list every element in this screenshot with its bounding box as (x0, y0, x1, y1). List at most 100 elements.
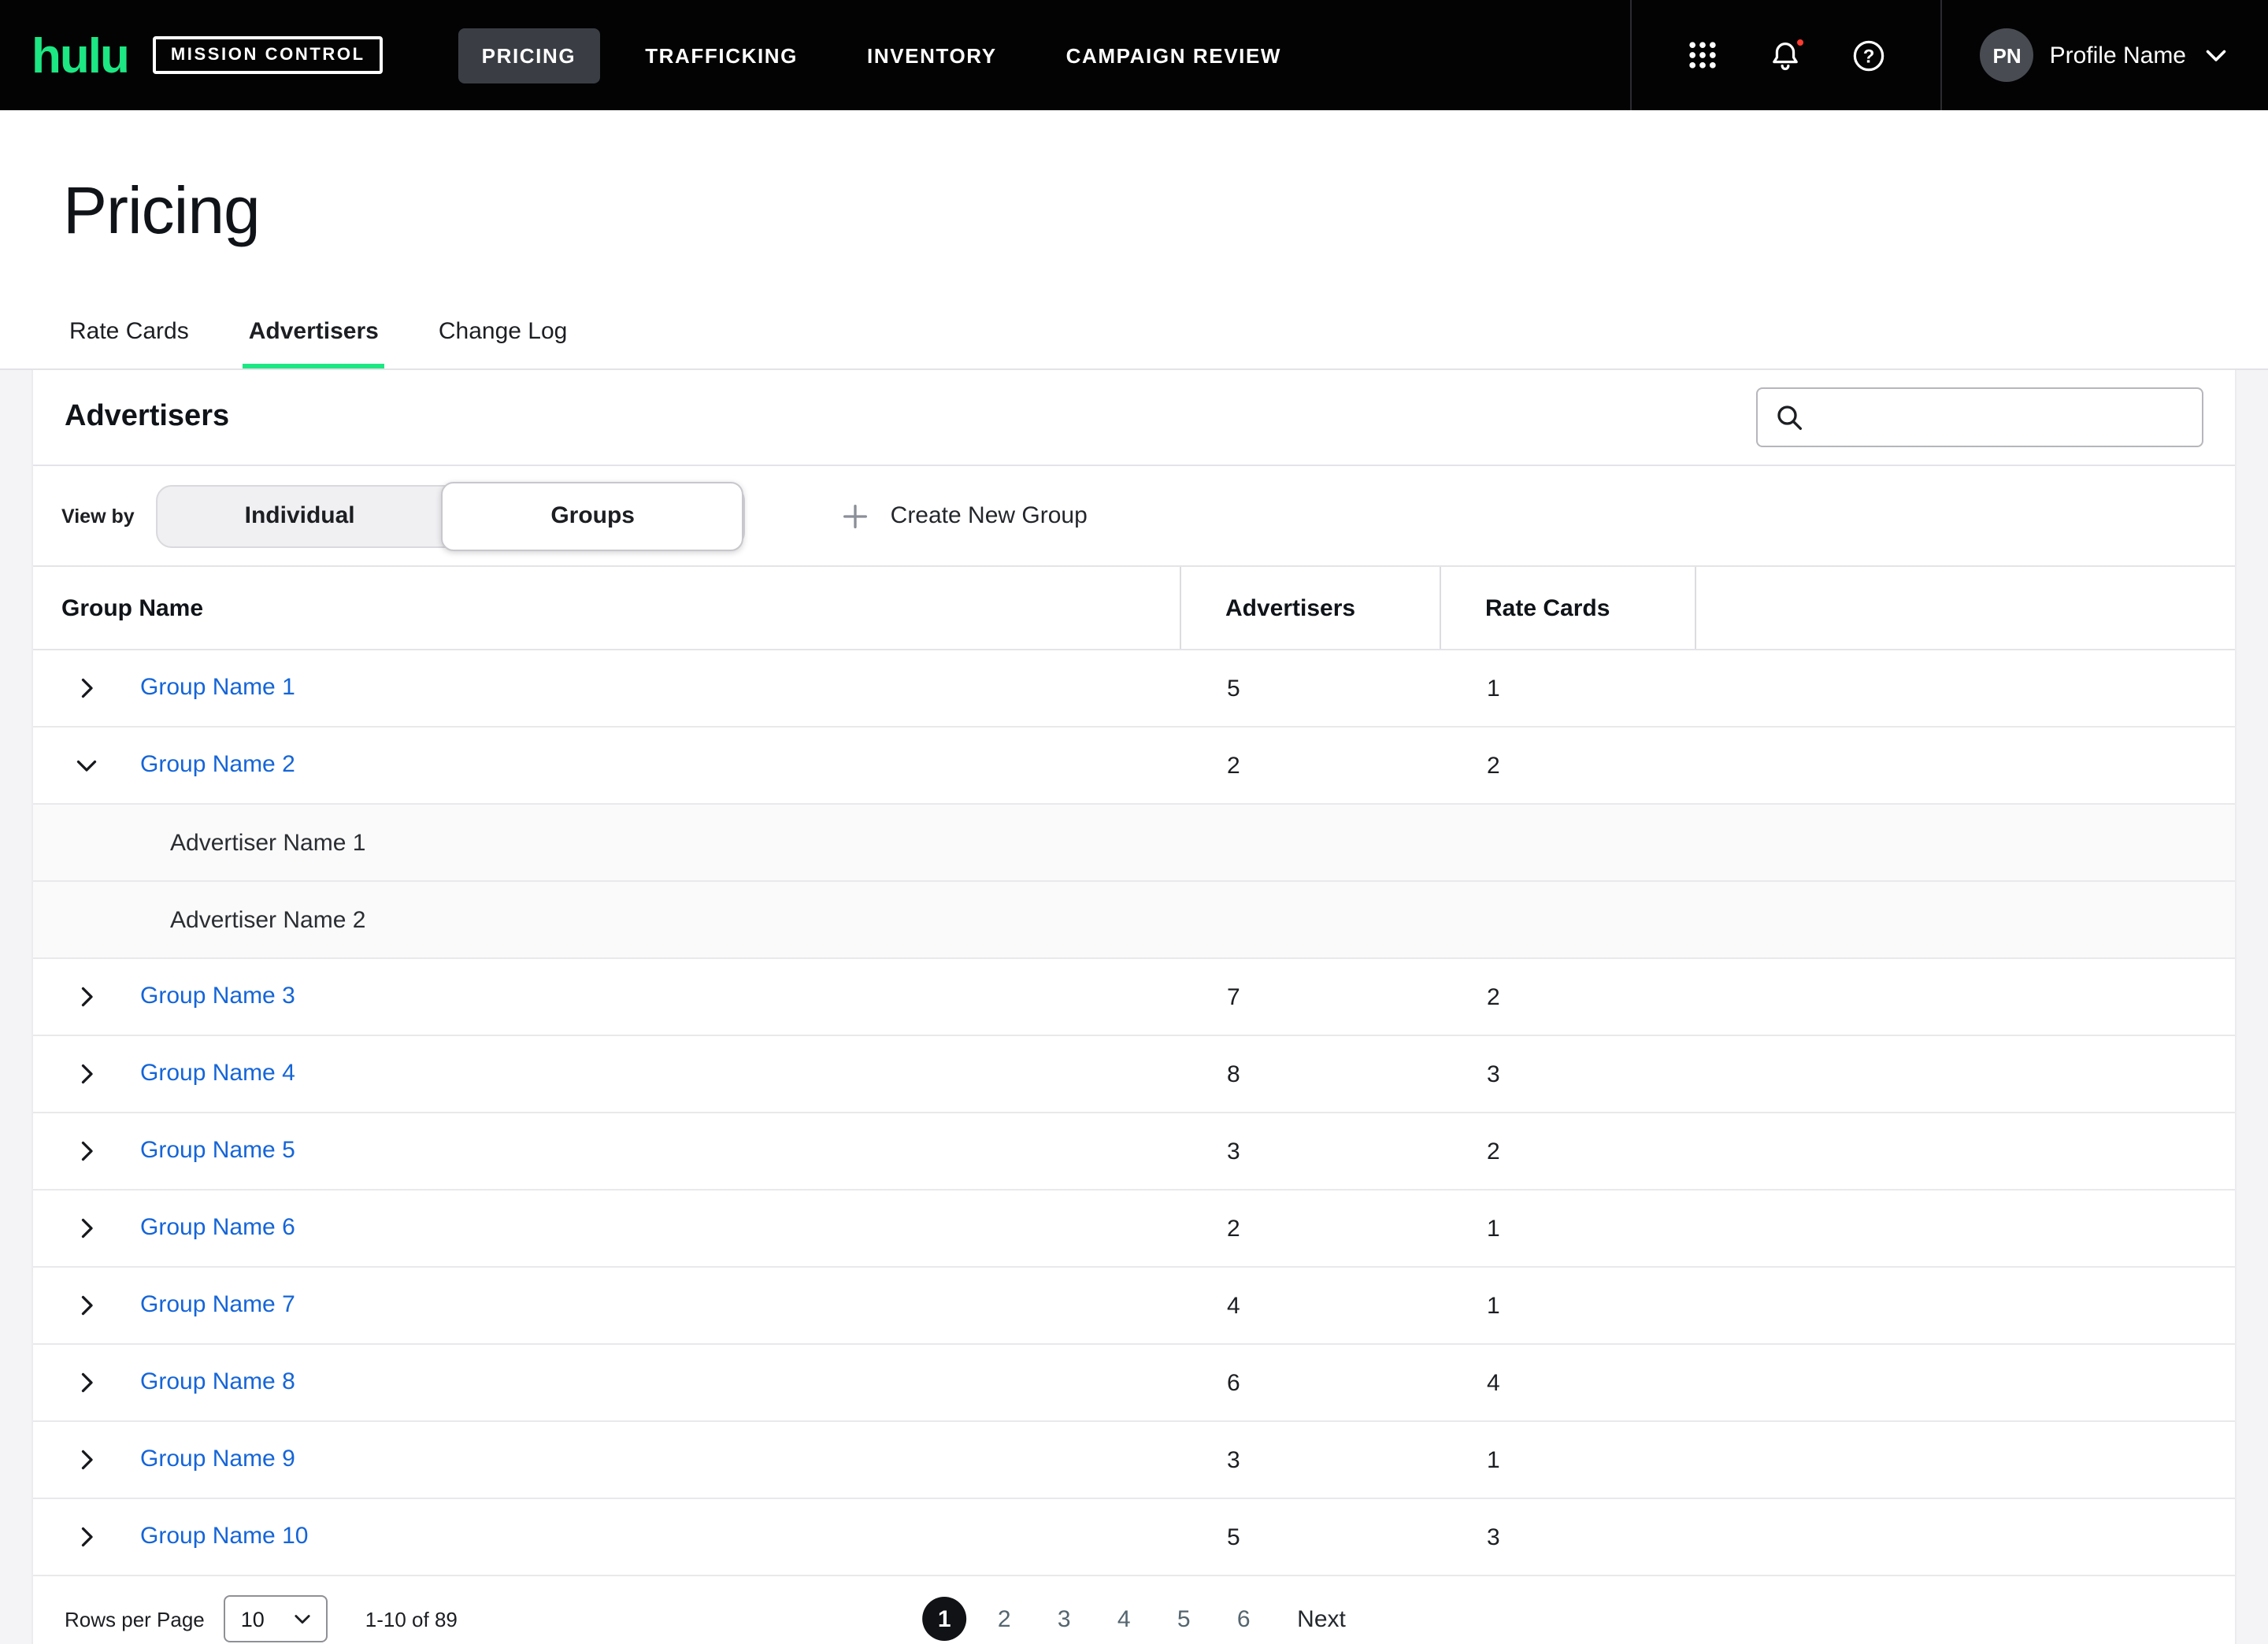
page-button-1[interactable]: 1 (922, 1597, 967, 1641)
apps-grid-icon[interactable] (1686, 38, 1721, 72)
group-name-link[interactable]: Group Name 5 (140, 1137, 295, 1164)
column-spacer (1695, 567, 2235, 649)
search-box (1756, 387, 2203, 447)
tab-change-log[interactable]: Change Log (432, 309, 574, 368)
group-name-link[interactable]: Group Name 3 (140, 983, 295, 1009)
hulu-logo: hulu (32, 28, 130, 83)
profile-name: Profile Name (2049, 42, 2186, 68)
group-name-link[interactable]: Group Name 8 (140, 1368, 295, 1395)
table-row: Group Name 4 8 3 (33, 1036, 2235, 1113)
rate-cards-count: 4 (1487, 1369, 1500, 1396)
expand-chevron-icon[interactable] (72, 751, 101, 779)
group-name-link[interactable]: Group Name 7 (140, 1291, 295, 1318)
expand-chevron-icon[interactable] (72, 1368, 101, 1397)
expand-chevron-icon[interactable] (72, 1523, 101, 1551)
rate-cards-count: 1 (1487, 1215, 1500, 1242)
nav-item-campaign-review[interactable]: CAMPAIGN REVIEW (1043, 28, 1305, 83)
search-input[interactable] (1818, 405, 2186, 430)
pagination-range: 1-10 of 89 (365, 1607, 458, 1631)
column-advertisers: Advertisers (1180, 567, 1440, 649)
rate-cards-count: 3 (1487, 1061, 1500, 1087)
panel-title: Advertisers (65, 400, 230, 433)
advertisers-count: 8 (1227, 1061, 1240, 1087)
expand-chevron-icon[interactable] (72, 1137, 101, 1165)
rows-per-page-select[interactable]: 10 (223, 1595, 328, 1642)
table-row: Group Name 8 6 4 (33, 1345, 2235, 1422)
advertisers-count: 4 (1227, 1292, 1240, 1319)
view-by-row: View by Individual Groups Create New Gro… (33, 465, 2235, 565)
advertisers-count: 7 (1227, 983, 1240, 1010)
tab-bar: Rate Cards Advertisers Change Log (63, 309, 2205, 368)
group-name-link[interactable]: Group Name 6 (140, 1214, 295, 1241)
app-window: hulu MISSION CONTROL PRICING TRAFFICKING I… (0, 0, 2268, 1644)
panel-header: Advertisers (33, 370, 2235, 465)
advertiser-row: Advertiser Name 1 (33, 805, 2235, 882)
table-body: Group Name 1 5 1 Group Name 2 2 2 Advert… (33, 650, 2235, 1576)
column-group-name: Group Name (61, 594, 204, 621)
advertiser-row: Advertiser Name 2 (33, 882, 2235, 959)
rate-cards-count: 1 (1487, 1292, 1500, 1319)
nav-item-inventory[interactable]: INVENTORY (843, 28, 1021, 83)
content-area: Advertisers View by Individual Groups Cr… (0, 368, 2268, 1644)
next-page-button[interactable]: Next (1297, 1605, 1346, 1632)
primary-nav: PRICING TRAFFICKING INVENTORY CAMPAIGN REVI… (458, 0, 1305, 110)
nav-item-pricing[interactable]: PRICING (458, 28, 600, 83)
brand-area: hulu MISSION CONTROL (0, 0, 383, 110)
group-name-link[interactable]: Group Name 2 (140, 751, 295, 778)
expand-chevron-icon[interactable] (72, 983, 101, 1011)
expand-chevron-icon[interactable] (72, 1291, 101, 1320)
advertisers-count: 5 (1227, 675, 1240, 702)
rows-per-page-value: 10 (240, 1607, 265, 1631)
rate-cards-count: 2 (1487, 983, 1500, 1010)
expand-chevron-icon[interactable] (72, 1060, 101, 1088)
avatar: PN (1980, 28, 2034, 82)
view-toggle-groups[interactable]: Groups (441, 481, 744, 550)
rate-cards-count: 3 (1487, 1524, 1500, 1550)
table-header: Group Name Advertisers Rate Cards (33, 565, 2235, 650)
page-title: Pricing (63, 173, 261, 247)
group-name-link[interactable]: Group Name 4 (140, 1060, 295, 1087)
svg-text:?: ? (1863, 45, 1875, 66)
expand-chevron-icon[interactable] (72, 1446, 101, 1474)
advertiser-name: Advertiser Name 1 (170, 829, 366, 856)
advertisers-count: 3 (1227, 1138, 1240, 1164)
help-icon[interactable]: ? (1851, 37, 1888, 73)
nav-icon-group: ? (1630, 0, 1941, 110)
notifications-bell-icon[interactable] (1768, 35, 1807, 73)
table-row: Group Name 10 5 3 (33, 1499, 2235, 1576)
advertisers-count: 5 (1227, 1524, 1240, 1550)
table-row: Group Name 6 2 1 (33, 1190, 2235, 1268)
rate-cards-count: 2 (1487, 752, 1500, 779)
page-button-6[interactable]: 6 (1221, 1597, 1266, 1641)
nav-item-trafficking[interactable]: TRAFFICKING (621, 28, 821, 83)
advertisers-count: 6 (1227, 1369, 1240, 1396)
table-row: Group Name 1 5 1 (33, 650, 2235, 728)
view-toggle-individual[interactable]: Individual (158, 484, 442, 547)
page-button-4[interactable]: 4 (1102, 1597, 1146, 1641)
group-name-link[interactable]: Group Name 1 (140, 674, 295, 701)
tab-advertisers[interactable]: Advertisers (242, 309, 385, 368)
tab-rate-cards[interactable]: Rate Cards (63, 309, 195, 368)
create-new-group-button[interactable]: Create New Group (840, 500, 1088, 531)
page-button-3[interactable]: 3 (1042, 1597, 1086, 1641)
page-button-2[interactable]: 2 (982, 1597, 1026, 1641)
advertisers-count: 2 (1227, 752, 1240, 779)
page-button-5[interactable]: 5 (1162, 1597, 1206, 1641)
table-footer: Rows per Page 10 1-10 of 89 1 2 3 4 5 6 Next (33, 1576, 2235, 1644)
rate-cards-count: 1 (1487, 675, 1500, 702)
view-toggle: Individual Groups (156, 481, 746, 550)
table-row: Group Name 7 4 1 (33, 1268, 2235, 1345)
group-name-link[interactable]: Group Name 10 (140, 1523, 308, 1550)
create-new-group-label: Create New Group (890, 502, 1088, 529)
expand-chevron-icon[interactable] (72, 1214, 101, 1242)
profile-menu[interactable]: PN Profile Name (1940, 0, 2268, 110)
search-icon (1773, 402, 1805, 433)
group-name-link[interactable]: Group Name 9 (140, 1446, 295, 1472)
notification-dot (1794, 35, 1807, 48)
rate-cards-count: 2 (1487, 1138, 1500, 1164)
column-rate-cards: Rate Cards (1440, 567, 1695, 649)
expand-chevron-icon[interactable] (72, 674, 101, 702)
pagination: 1 2 3 4 5 6 Next (922, 1597, 1346, 1641)
mission-control-badge: MISSION CONTROL (153, 36, 383, 74)
view-by-label: View by (61, 505, 135, 527)
